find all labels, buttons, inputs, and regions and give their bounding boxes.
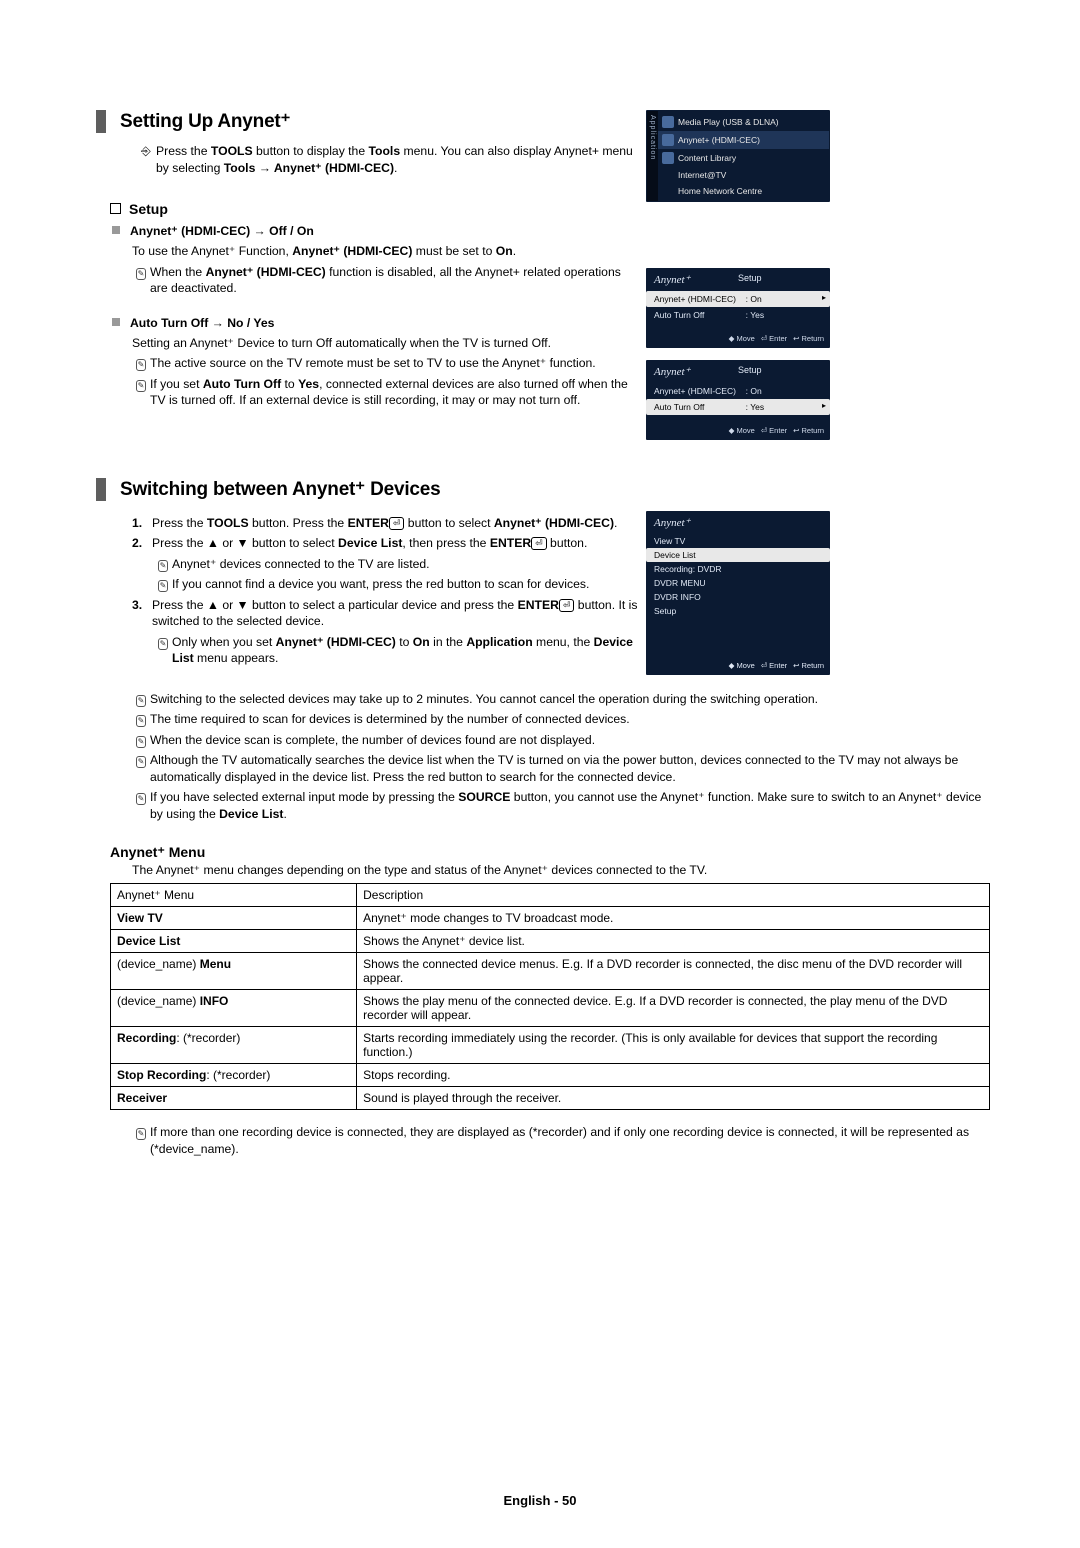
step-1: Press the TOOLS button. Press the ENTER⏎… <box>152 515 617 531</box>
square-bullet-icon <box>110 203 121 214</box>
osd-application: Application Media Play (USB & DLNA) Anyn… <box>646 110 830 202</box>
table-row: ReceiverSound is played through the rece… <box>111 1087 990 1110</box>
anynet-menu-table: Anynet⁺ Menu Description View TVAnynet⁺ … <box>110 883 990 1110</box>
option-anynet-hdmi: Anynet⁺ (HDMI-CEC) → Off / On <box>130 224 314 238</box>
table-row: (device_name) INFOShows the play menu of… <box>111 990 990 1027</box>
tools-instruction: Press the TOOLS button to display the To… <box>156 143 640 177</box>
osd-app-item: Home Network Centre <box>678 186 762 196</box>
note-icon: ✎ <box>132 752 150 785</box>
table-row: View TVAnynet⁺ mode changes to TV broadc… <box>111 907 990 930</box>
step-number: 1. <box>132 515 152 531</box>
note-icon: ✎ <box>132 732 150 748</box>
step-2-note-1: Anynet⁺ devices connected to the TV are … <box>172 556 430 572</box>
note-icon: ✎ <box>154 634 172 667</box>
page-footer: English - 50 <box>0 1493 1080 1508</box>
note-icon: ✎ <box>132 711 150 727</box>
note-icon: ✎ <box>132 376 150 409</box>
osd-item: DVDR INFO <box>646 590 830 604</box>
osd-setup-1: Anynet⁺Setup Anynet+ (HDMI-CEC): On Auto… <box>646 268 830 348</box>
note-active-source: The active source on the TV remote must … <box>150 355 596 371</box>
step-2: Press the ▲ or ▼ button to select Device… <box>152 535 587 551</box>
switch-note-1: Switching to the selected devices may ta… <box>150 691 818 707</box>
note-icon: ✎ <box>132 691 150 707</box>
enter-icon: ⏎ <box>531 537 547 550</box>
switch-note-5: If you have selected external input mode… <box>150 789 990 822</box>
osd-app-item: Media Play (USB & DLNA) <box>678 117 779 127</box>
switch-note-3: When the device scan is complete, the nu… <box>150 732 595 748</box>
enter-icon: ⏎ <box>389 517 405 530</box>
menu-heading: Anynet⁺ Menu <box>110 844 990 861</box>
note-icon: ✎ <box>132 789 150 822</box>
osd-item: Setup <box>646 604 830 618</box>
note-auto-off: If you set Auto Turn Off to Yes, connect… <box>150 376 640 409</box>
tools-icon: ⎆ <box>136 143 156 160</box>
app-icon <box>662 116 674 128</box>
osd-item: View TV <box>646 534 830 548</box>
square-bullet-icon <box>112 318 120 326</box>
table-header-row: Anynet⁺ Menu Description <box>111 884 990 907</box>
table-header: Description <box>357 884 990 907</box>
switch-note-4: Although the TV automatically searches t… <box>150 752 990 785</box>
note-icon: ✎ <box>132 264 150 297</box>
step-2-note-2: If you cannot find a device you want, pr… <box>172 576 589 592</box>
osd-app-item: Anynet+ (HDMI-CEC) <box>678 135 760 145</box>
osd-item: Device List <box>646 548 830 562</box>
table-header: Anynet⁺ Menu <box>111 884 357 907</box>
setup-subheading: Setup <box>110 201 640 217</box>
enter-icon: ⏎ <box>559 599 575 612</box>
option-auto-desc: Setting an Anynet⁺ Device to turn Off au… <box>110 335 640 351</box>
menu-footnote: If more than one recording device is con… <box>150 1124 990 1157</box>
table-row: Device ListShows the Anynet⁺ device list… <box>111 930 990 953</box>
osd-device-list: Anynet⁺ View TV Device List Recording: D… <box>646 511 830 675</box>
option-anynet-desc: To use the Anynet⁺ Function, Anynet⁺ (HD… <box>110 243 640 259</box>
osd-setup-2: Anynet⁺Setup Anynet+ (HDMI-CEC): On Auto… <box>646 360 830 440</box>
switch-note-2: The time required to scan for devices is… <box>150 711 630 727</box>
osd-vertical-tab: Application <box>647 111 658 201</box>
square-bullet-icon <box>112 226 120 234</box>
heading-switching: Switching between Anynet⁺ Devices <box>96 478 990 501</box>
heading-setting-up: Setting Up Anynet⁺ <box>96 110 640 133</box>
table-row: (device_name) MenuShows the connected de… <box>111 953 990 990</box>
menu-intro: The Anynet⁺ menu changes depending on th… <box>132 863 990 877</box>
note-icon: ✎ <box>132 1124 150 1157</box>
app-icon <box>662 152 674 164</box>
osd-app-item: Content Library <box>678 153 736 163</box>
step-3-note: Only when you set Anynet⁺ (HDMI-CEC) to … <box>172 634 640 667</box>
note-disabled: When the Anynet⁺ (HDMI-CEC) function is … <box>150 264 640 297</box>
osd-item: DVDR MENU <box>646 576 830 590</box>
table-row: Stop Recording: (*recorder)Stops recordi… <box>111 1064 990 1087</box>
step-number: 3. <box>132 597 152 630</box>
note-icon: ✎ <box>154 556 172 572</box>
table-row: Recording: (*recorder)Starts recording i… <box>111 1027 990 1064</box>
note-icon: ✎ <box>154 576 172 592</box>
step-3: Press the ▲ or ▼ button to select a part… <box>152 597 640 630</box>
osd-app-item: Internet@TV <box>678 170 726 180</box>
note-icon: ✎ <box>132 355 150 371</box>
osd-item: Recording: DVDR <box>646 562 830 576</box>
app-icon <box>662 134 674 146</box>
option-auto-turn-off: Auto Turn Off → No / Yes <box>130 316 274 330</box>
step-number: 2. <box>132 535 152 551</box>
